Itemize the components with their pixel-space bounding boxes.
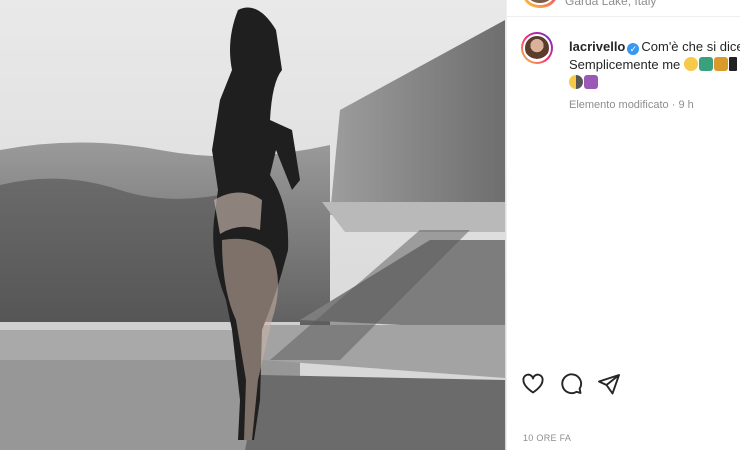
post-location[interactable]: Garda Lake, Italy (565, 0, 656, 8)
share-icon[interactable] (597, 372, 621, 396)
caption-line-2: Semplicemente me (569, 57, 681, 72)
moon-emoji-icon (569, 75, 583, 89)
post-timestamp[interactable]: 10 ORE FA (523, 433, 571, 443)
zodiac-emoji-icon (584, 75, 598, 89)
avatar[interactable] (521, 32, 553, 64)
cat-emoji-icon (713, 57, 728, 71)
edited-separator: · (671, 99, 676, 111)
edited-time: 9 h (678, 99, 694, 111)
verified-badge-icon: ✓ (627, 43, 640, 55)
post-caption: lacrivello ✓ Com'è che si dice? Sempliceme… (569, 38, 740, 92)
comment-icon[interactable] (559, 372, 583, 396)
edited-meta: Elemento modificato · 9 h (569, 99, 694, 111)
caption-line-1: Com'è che si dice? (641, 39, 740, 54)
post-image (0, 0, 506, 450)
grinning-emoji-icon (683, 57, 698, 71)
post-photo[interactable] (0, 0, 506, 450)
black-square-icon (728, 57, 737, 71)
edited-label: Elemento modificato (569, 99, 669, 111)
location-avatar[interactable] (523, 0, 557, 8)
post-sidebar: Garda Lake, Italy lacrivello ✓ Com'è che s… (506, 0, 740, 450)
woman-emoji-icon (698, 57, 713, 71)
username-link[interactable]: lacrivello (569, 39, 625, 54)
action-bar (521, 372, 621, 396)
heart-icon[interactable] (521, 372, 545, 396)
header-divider (507, 16, 740, 17)
